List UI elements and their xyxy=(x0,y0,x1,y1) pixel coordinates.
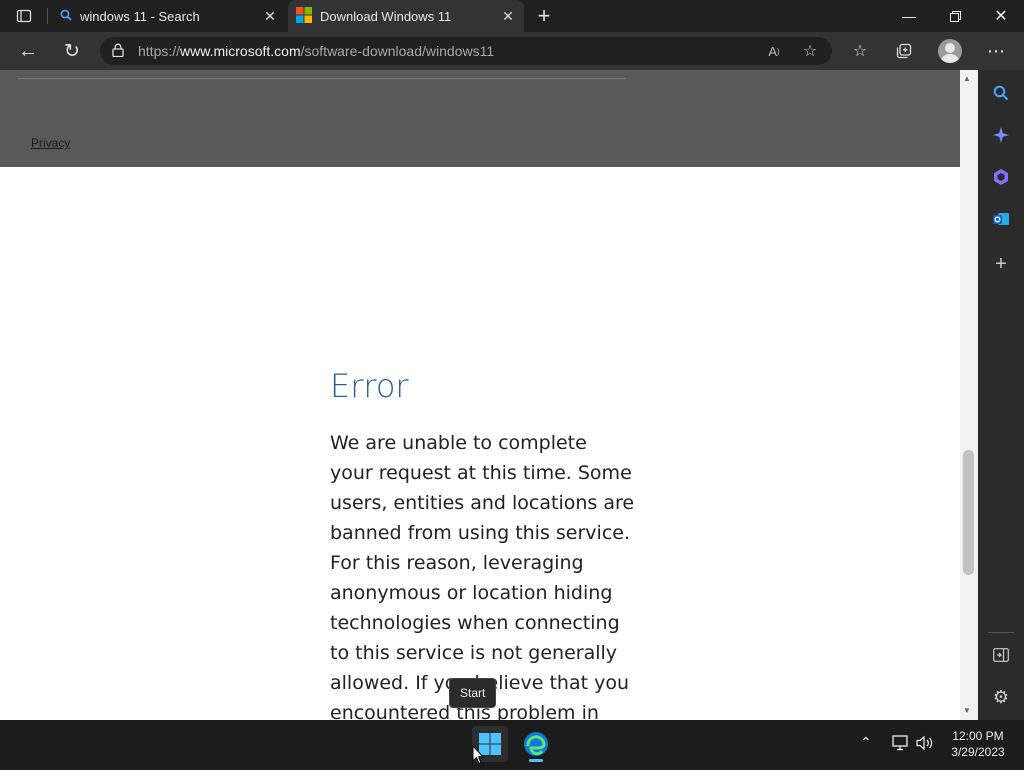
url-host: www.microsoft.com xyxy=(180,43,301,59)
sidebar-settings-icon[interactable]: ⚙ xyxy=(988,684,1014,710)
address-url: https://www.microsoft.com/software-downl… xyxy=(138,43,494,59)
scroll-down-icon[interactable]: ▼ xyxy=(963,706,971,715)
sidebar-outlook-icon[interactable] xyxy=(988,206,1014,232)
mouse-cursor-icon xyxy=(472,744,485,770)
error-title: Error xyxy=(330,367,409,405)
tab-title: Download Windows 11 xyxy=(320,8,452,24)
edge-icon xyxy=(524,732,548,756)
page-scrollbar[interactable] xyxy=(960,70,978,720)
sidebar-add-icon[interactable]: + xyxy=(988,251,1014,277)
edge-taskbar-button[interactable] xyxy=(518,726,554,762)
sidebar-search-icon[interactable] xyxy=(988,80,1014,106)
start-tooltip: Start xyxy=(449,678,497,708)
volume-icon[interactable] xyxy=(916,735,934,756)
close-window-icon[interactable]: ✕ xyxy=(978,0,1024,32)
sidebar-office-icon[interactable] xyxy=(988,164,1014,190)
sidebar-sparkle-icon[interactable] xyxy=(988,122,1014,148)
back-icon[interactable]: ← xyxy=(12,35,44,67)
url-scheme: https:// xyxy=(138,43,181,59)
scrollbar-thumb[interactable] xyxy=(963,450,974,575)
collections-icon[interactable] xyxy=(888,35,920,67)
close-tab-icon[interactable]: ✕ xyxy=(258,4,282,28)
lock-icon xyxy=(112,43,124,60)
more-options-icon[interactable]: ⋯ xyxy=(980,35,1012,67)
address-bar[interactable]: https://www.microsoft.com/software-downl… xyxy=(100,37,832,65)
favorites-icon[interactable]: ☆ xyxy=(844,35,876,67)
restore-icon[interactable] xyxy=(932,0,978,32)
active-indicator xyxy=(529,759,543,762)
scroll-up-icon[interactable]: ▲ xyxy=(963,74,971,83)
new-tab-icon[interactable]: + xyxy=(528,0,560,32)
privacy-link[interactable]: Privacy xyxy=(31,136,70,150)
search-icon xyxy=(60,9,72,24)
show-hidden-icons[interactable]: ⌃ xyxy=(860,734,872,751)
refresh-icon[interactable]: ↻ xyxy=(56,35,88,67)
hide-sidebar-icon[interactable] xyxy=(988,642,1014,668)
tab-download-windows[interactable]: Download Windows 11 ✕ xyxy=(288,0,524,32)
tab-title: windows 11 - Search xyxy=(80,8,200,24)
clock-time: 12:00 PM xyxy=(952,729,1004,743)
tab-divider xyxy=(47,8,48,24)
microsoft-logo-icon xyxy=(296,6,312,26)
footer-overlay: Privacy xyxy=(0,70,960,167)
url-path: /software-download/windows11 xyxy=(300,43,495,59)
minimize-icon[interactable]: — xyxy=(886,0,932,32)
divider xyxy=(18,78,626,79)
clock-date: 3/29/2023 xyxy=(951,745,1005,759)
add-favorite-icon[interactable]: ☆ xyxy=(794,35,826,67)
error-message: We are unable to complete your request a… xyxy=(330,432,635,720)
clock[interactable]: 12:00 PM 3/29/2023 xyxy=(946,729,1010,759)
profile-avatar[interactable] xyxy=(938,39,962,63)
sidebar-divider xyxy=(988,632,1014,633)
page-content: Privacy Error We are unable to complete … xyxy=(0,70,960,720)
tab-search[interactable]: windows 11 - Search ✕ xyxy=(48,0,286,32)
network-icon[interactable] xyxy=(892,735,910,756)
close-tab-icon[interactable]: ✕ xyxy=(496,4,520,28)
read-aloud-icon[interactable]: A) xyxy=(758,35,790,67)
tab-actions-icon[interactable] xyxy=(8,0,40,32)
